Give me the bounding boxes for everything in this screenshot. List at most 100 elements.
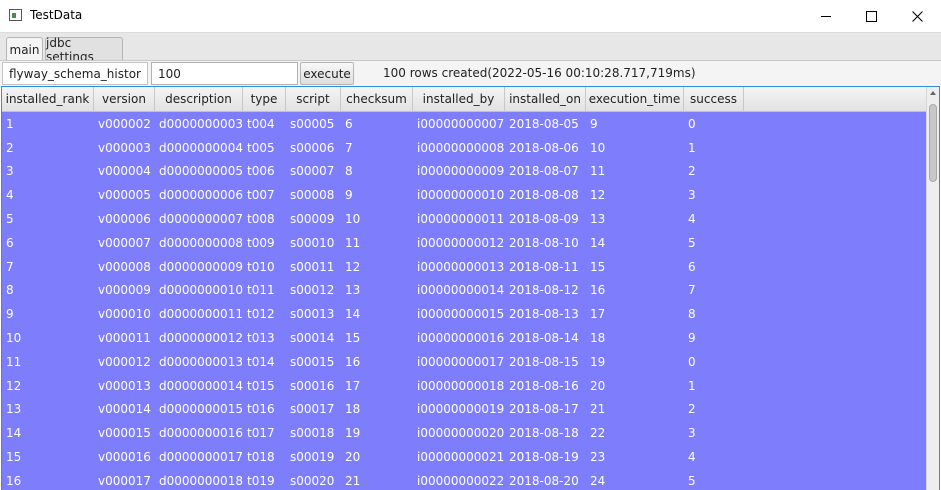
cell-checksum[interactable]: 10: [341, 212, 413, 226]
cell-description[interactable]: d0000000010: [155, 283, 243, 297]
cell-script[interactable]: s00011: [286, 260, 341, 274]
cell-installed-on[interactable]: 2018-08-07: [505, 164, 586, 178]
cell-installed-rank[interactable]: 7: [2, 260, 94, 274]
cell-installed-on[interactable]: 2018-08-16: [505, 379, 586, 393]
cell-success[interactable]: 6: [684, 260, 744, 274]
tab-jdbc-settings[interactable]: jdbc settings: [45, 36, 123, 64]
cell-success[interactable]: 9: [684, 331, 744, 345]
row-count-input[interactable]: [151, 62, 298, 85]
cell-script[interactable]: s00018: [286, 426, 341, 440]
cell-description[interactable]: d0000000018: [155, 474, 243, 488]
cell-installed-by[interactable]: i00000000019: [413, 402, 505, 416]
cell-type[interactable]: t011: [243, 283, 286, 297]
column-header-installed-by[interactable]: installed_by: [413, 87, 505, 111]
cell-success[interactable]: 3: [684, 188, 744, 202]
cell-script[interactable]: s00007: [286, 164, 341, 178]
cell-installed-by[interactable]: i00000000012: [413, 236, 505, 250]
cell-success[interactable]: 8: [684, 307, 744, 321]
cell-installed-by[interactable]: i00000000022: [413, 474, 505, 488]
cell-checksum[interactable]: 7: [341, 141, 413, 155]
cell-installed-rank[interactable]: 8: [2, 283, 94, 297]
cell-checksum[interactable]: 18: [341, 402, 413, 416]
cell-script[interactable]: s00010: [286, 236, 341, 250]
cell-success[interactable]: 4: [684, 450, 744, 464]
cell-description[interactable]: d0000000009: [155, 260, 243, 274]
cell-type[interactable]: t008: [243, 212, 286, 226]
cell-checksum[interactable]: 6: [341, 117, 413, 131]
cell-installed-rank[interactable]: 11: [2, 355, 94, 369]
cell-success[interactable]: 2: [684, 164, 744, 178]
cell-version[interactable]: v000002: [94, 117, 155, 131]
cell-installed-by[interactable]: i00000000011: [413, 212, 505, 226]
table-row[interactable]: 3 v000004 d0000000005 t006 s00007 8 i000000000…: [2, 160, 927, 184]
column-header-execution-time[interactable]: execution_time: [586, 87, 684, 111]
cell-installed-by[interactable]: i00000000013: [413, 260, 505, 274]
cell-version[interactable]: v000015: [94, 426, 155, 440]
cell-execution-time[interactable]: 16: [586, 283, 684, 297]
cell-installed-by[interactable]: i00000000020: [413, 426, 505, 440]
cell-checksum[interactable]: 19: [341, 426, 413, 440]
cell-success[interactable]: 4: [684, 212, 744, 226]
cell-version[interactable]: v000008: [94, 260, 155, 274]
cell-script[interactable]: s00006: [286, 141, 341, 155]
cell-version[interactable]: v000014: [94, 402, 155, 416]
cell-script[interactable]: s00015: [286, 355, 341, 369]
vertical-scrollbar[interactable]: [926, 87, 939, 490]
cell-script[interactable]: s00014: [286, 331, 341, 345]
cell-checksum[interactable]: 21: [341, 474, 413, 488]
cell-checksum[interactable]: 9: [341, 188, 413, 202]
cell-installed-on[interactable]: 2018-08-20: [505, 474, 586, 488]
cell-description[interactable]: d0000000012: [155, 331, 243, 345]
cell-description[interactable]: d0000000016: [155, 426, 243, 440]
cell-execution-time[interactable]: 19: [586, 355, 684, 369]
cell-description[interactable]: d0000000003: [155, 117, 243, 131]
cell-success[interactable]: 0: [684, 117, 744, 131]
cell-execution-time[interactable]: 11: [586, 164, 684, 178]
cell-type[interactable]: t017: [243, 426, 286, 440]
cell-installed-by[interactable]: i00000000021: [413, 450, 505, 464]
table-row[interactable]: 9 v000010 d0000000011 t012 s00013 14 i00000000…: [2, 302, 927, 326]
cell-checksum[interactable]: 15: [341, 331, 413, 345]
cell-installed-rank[interactable]: 14: [2, 426, 94, 440]
column-header-checksum[interactable]: checksum: [341, 87, 413, 111]
cell-execution-time[interactable]: 12: [586, 188, 684, 202]
scrollbar-thumb[interactable]: [929, 104, 937, 182]
cell-installed-rank[interactable]: 9: [2, 307, 94, 321]
table-row[interactable]: 1 v000002 d0000000003 t004 s00005 6 i000000000…: [2, 112, 927, 136]
cell-type[interactable]: t006: [243, 164, 286, 178]
column-header-type[interactable]: type: [243, 87, 286, 111]
cell-installed-rank[interactable]: 13: [2, 402, 94, 416]
cell-version[interactable]: v000012: [94, 355, 155, 369]
cell-type[interactable]: t015: [243, 379, 286, 393]
cell-success[interactable]: 5: [684, 474, 744, 488]
data-table[interactable]: installed_rank version description type scri…: [1, 86, 940, 490]
cell-type[interactable]: t005: [243, 141, 286, 155]
cell-installed-on[interactable]: 2018-08-12: [505, 283, 586, 297]
cell-installed-on[interactable]: 2018-08-19: [505, 450, 586, 464]
cell-success[interactable]: 5: [684, 236, 744, 250]
cell-execution-time[interactable]: 20: [586, 379, 684, 393]
cell-version[interactable]: v000009: [94, 283, 155, 297]
cell-script[interactable]: s00009: [286, 212, 341, 226]
cell-success[interactable]: 7: [684, 283, 744, 297]
cell-execution-time[interactable]: 17: [586, 307, 684, 321]
cell-type[interactable]: t014: [243, 355, 286, 369]
cell-type[interactable]: t007: [243, 188, 286, 202]
cell-version[interactable]: v000005: [94, 188, 155, 202]
cell-installed-by[interactable]: i00000000014: [413, 283, 505, 297]
cell-script[interactable]: s00005: [286, 117, 341, 131]
execute-button[interactable]: execute: [300, 62, 354, 85]
cell-installed-on[interactable]: 2018-08-09: [505, 212, 586, 226]
table-row[interactable]: 4 v000005 d0000000006 t007 s00008 9 i000000000…: [2, 183, 927, 207]
cell-type[interactable]: t004: [243, 117, 286, 131]
cell-description[interactable]: d0000000006: [155, 188, 243, 202]
cell-checksum[interactable]: 14: [341, 307, 413, 321]
column-header-installed-rank[interactable]: installed_rank: [2, 87, 94, 111]
cell-type[interactable]: t018: [243, 450, 286, 464]
cell-version[interactable]: v000013: [94, 379, 155, 393]
cell-version[interactable]: v000006: [94, 212, 155, 226]
cell-installed-by[interactable]: i00000000009: [413, 164, 505, 178]
maximize-button[interactable]: [848, 0, 894, 32]
cell-type[interactable]: t019: [243, 474, 286, 488]
cell-version[interactable]: v000003: [94, 141, 155, 155]
